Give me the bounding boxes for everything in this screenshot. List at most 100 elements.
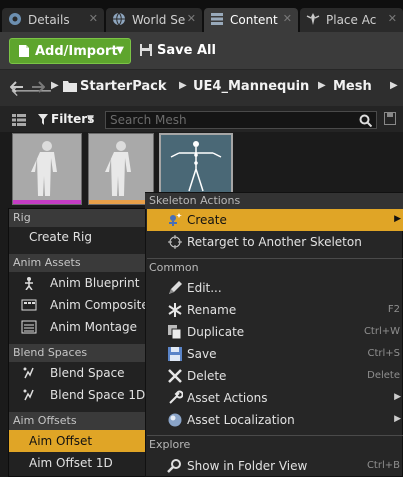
blend-space-1d-icon <box>23 389 34 401</box>
shortcut-label: Ctrl+B <box>366 460 400 471</box>
search-icon[interactable] <box>359 114 372 127</box>
section-explore: Explore <box>145 437 403 453</box>
close-icon[interactable]: ✕ <box>187 12 196 25</box>
menu-item-duplicate[interactable]: Duplicate Ctrl+W <box>147 321 403 343</box>
chevron-right-icon[interactable]: ▶ <box>179 80 187 91</box>
add-import-button[interactable]: Add/Import ▼ <box>9 38 131 64</box>
chevron-down-icon: ▼ <box>116 45 124 56</box>
section-anim-assets: Anim Assets <box>9 254 148 272</box>
menu-item-label: Create <box>187 213 227 227</box>
tab-label: World Se <box>132 13 186 27</box>
content-browser-icon <box>211 13 223 25</box>
menu-item-edit[interactable]: Edit... <box>147 277 403 299</box>
retarget-icon <box>168 235 182 249</box>
menu-divider <box>147 435 403 436</box>
menu-item-rename[interactable]: Rename F2 <box>147 299 403 321</box>
menu-item-label: Asset Actions <box>187 391 268 405</box>
anim-composite-icon <box>21 299 37 311</box>
edit-icon <box>169 281 182 294</box>
section-blend-spaces: Blend Spaces <box>9 344 148 362</box>
menu-item-asset-actions[interactable]: Asset Actions ▶ <box>147 387 403 409</box>
menu-item-anim-blueprint[interactable]: Anim Blueprint <box>9 272 146 294</box>
rename-icon <box>168 303 182 317</box>
menu-item-label: Anim Blueprint <box>50 276 140 290</box>
menu-item-create[interactable]: Create ▶ <box>147 209 403 231</box>
section-rig: Rig <box>9 209 148 227</box>
tab-content[interactable]: Content ✕ <box>204 8 298 32</box>
menu-item-anim-composite[interactable]: Anim Composite <box>9 294 149 316</box>
tab-label: Details <box>28 13 70 27</box>
menu-item-blend-space-1d[interactable]: Blend Space 1D <box>9 384 146 406</box>
chevron-down-icon: ▼ <box>87 114 94 124</box>
menu-item-aim-offset[interactable]: Aim Offset <box>9 430 146 452</box>
delete-icon <box>168 369 182 383</box>
section-title: Rig <box>13 211 31 224</box>
breadcrumb-mesh[interactable]: Mesh <box>333 79 372 94</box>
world-settings-icon <box>113 12 125 26</box>
close-icon[interactable]: ✕ <box>283 12 292 25</box>
folder-icon <box>63 81 77 92</box>
close-icon[interactable]: ✕ <box>388 12 397 25</box>
search-input[interactable]: Search Mesh <box>105 111 377 129</box>
submenu-arrow-icon: ▶ <box>394 392 401 402</box>
menu-item-show-in-folder-view[interactable]: Show in Folder View Ctrl+B <box>147 455 403 477</box>
asset-localization-icon <box>168 413 182 427</box>
save-search-icon[interactable] <box>384 112 396 125</box>
save-icon <box>140 44 152 56</box>
section-title: Blend Spaces <box>13 346 88 359</box>
menu-item-label: Show in Folder View <box>187 459 308 473</box>
menu-item-label: Anim Composite <box>50 298 149 312</box>
tab-label: Place Ac <box>326 13 377 27</box>
shortcut-label: Delete <box>367 370 400 381</box>
menu-item-delete[interactable]: Delete Delete <box>147 365 403 387</box>
filter-icon <box>38 114 48 125</box>
menu-item-label: Delete <box>187 369 227 383</box>
asset-tile-mannequin[interactable] <box>12 133 82 205</box>
menu-item-blend-space[interactable]: Blend Space <box>9 362 146 384</box>
close-icon[interactable]: ✕ <box>89 12 98 25</box>
save-icon <box>168 347 182 361</box>
menu-item-label: Retarget to Another Skeleton <box>187 235 362 249</box>
asset-type-stripe <box>13 200 81 204</box>
asset-actions-icon <box>169 390 183 404</box>
show-in-folder-icon <box>167 459 181 473</box>
menu-item-asset-localization[interactable]: Asset Localization ▶ <box>147 409 403 431</box>
menu-item-save[interactable]: Save Ctrl+S <box>147 343 403 365</box>
menu-item-aim-offset-1d[interactable]: Aim Offset 1D <box>9 452 146 474</box>
place-actors-icon <box>306 13 320 25</box>
menu-item-retarget[interactable]: Retarget to Another Skeleton <box>147 231 403 253</box>
menu-divider <box>147 258 403 259</box>
sources-panel-icon[interactable] <box>12 114 26 126</box>
forward-icon[interactable] <box>31 81 45 93</box>
menu-item-label: Asset Localization <box>187 413 295 427</box>
save-all-label: Save All <box>157 43 216 58</box>
breadcrumb-ue4-mannequin[interactable]: UE4_Mannequin <box>193 79 309 94</box>
submenu-arrow-icon: ▶ <box>394 414 401 424</box>
tab-place-actors[interactable]: Place Ac ✕ <box>300 8 403 32</box>
tab-world-settings[interactable]: World Se ✕ <box>106 8 202 32</box>
chevron-right-icon[interactable]: ▶ <box>390 80 398 91</box>
section-title: Aim Offsets <box>13 414 77 427</box>
tab-details[interactable]: Details ✕ <box>2 8 104 32</box>
menu-item-label: Anim Montage <box>50 320 138 334</box>
filters-button[interactable]: Filters ▼ <box>35 111 97 129</box>
menu-item-anim-montage[interactable]: Anim Montage <box>9 316 146 338</box>
asset-type-stripe <box>89 200 153 204</box>
save-all-button[interactable]: Save All <box>138 38 228 64</box>
menu-item-create-rig[interactable]: Create Rig <box>9 226 146 248</box>
details-icon <box>9 13 21 25</box>
menu-item-label: Blend Space 1D <box>50 388 146 402</box>
section-title: Anim Assets <box>13 256 81 269</box>
back-icon[interactable] <box>10 81 24 93</box>
menu-item-label: Rename <box>187 303 237 317</box>
menu-item-label: Aim Offset 1D <box>29 456 113 470</box>
breadcrumb-starterpack[interactable]: StarterPack <box>80 79 167 94</box>
chevron-right-icon[interactable]: ▶ <box>318 80 326 91</box>
create-icon <box>169 213 182 226</box>
search-placeholder: Search Mesh <box>110 113 187 127</box>
menu-item-label: Create Rig <box>29 230 92 244</box>
blend-space-icon <box>23 367 34 379</box>
chevron-right-icon[interactable]: ▶ <box>51 80 59 91</box>
menu-item-label: Aim Offset <box>29 434 93 448</box>
shortcut-label: Ctrl+W <box>363 326 400 337</box>
